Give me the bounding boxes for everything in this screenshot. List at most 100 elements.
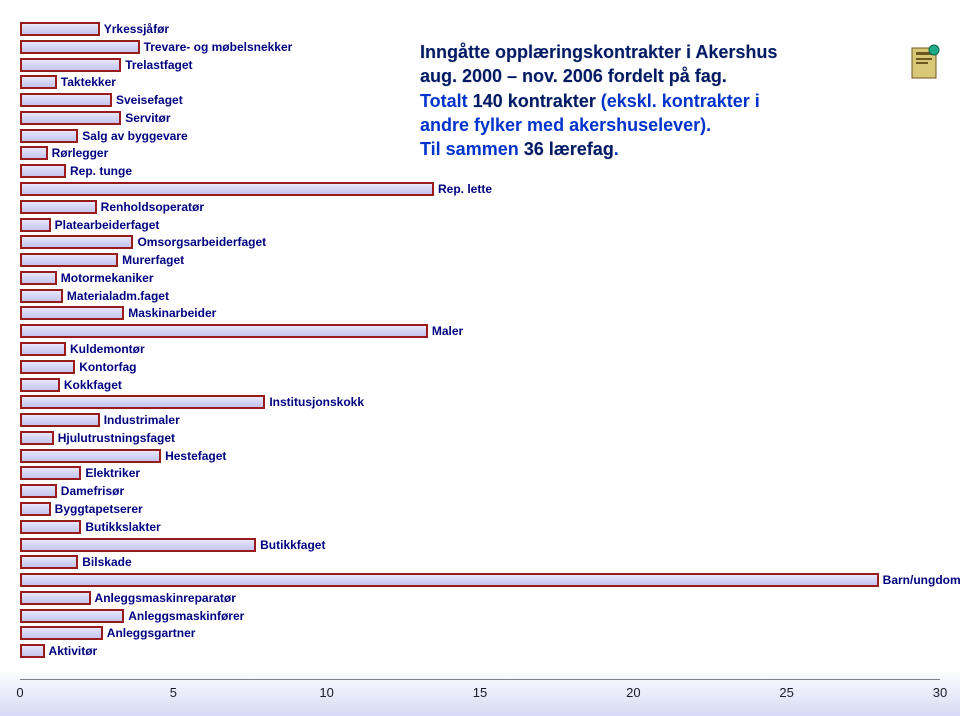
bar-label: Trelastfaget	[125, 57, 192, 73]
bar	[20, 449, 161, 463]
bar	[20, 502, 51, 516]
x-tick: 15	[473, 685, 487, 700]
bar	[20, 395, 265, 409]
bar-row: Kontorfag	[20, 358, 940, 376]
bar-row: Butikkslakter	[20, 518, 940, 536]
bar-row: Kokkfaget	[20, 376, 940, 394]
bar-row: Motormekaniker	[20, 269, 940, 287]
bar	[20, 360, 75, 374]
bar	[20, 58, 121, 72]
bar-label: Rep. lette	[438, 181, 492, 197]
bar-label: Maskinarbeider	[128, 305, 216, 321]
bar-label: Byggtapetserer	[55, 501, 143, 517]
bar-label: Yrkessjåfør	[104, 21, 169, 37]
bar	[20, 538, 256, 552]
bar-row: Kuldemontør	[20, 340, 940, 358]
x-tick: 30	[933, 685, 947, 700]
bar-row: Yrkessjåfør	[20, 20, 940, 38]
bar	[20, 129, 78, 143]
bar	[20, 182, 434, 196]
bar-label: Butikkfaget	[260, 537, 325, 553]
bar-row: Institusjonskokk	[20, 393, 940, 411]
bar	[20, 218, 51, 232]
bar-label: Anleggsmaskinreparatør	[95, 590, 236, 606]
bar	[20, 253, 118, 267]
bar	[20, 591, 91, 605]
bar-row: Maskinarbeider	[20, 304, 940, 322]
bar-label: Elektriker	[85, 465, 140, 481]
bar-row: Maler	[20, 322, 940, 340]
x-tick: 20	[626, 685, 640, 700]
bar	[20, 431, 54, 445]
bar-row: Butikkfaget	[20, 536, 940, 554]
bar	[20, 324, 428, 338]
bar-label: Servitør	[125, 110, 170, 126]
bar-label: Industrimaler	[104, 412, 180, 428]
bar-row: Bilskade	[20, 553, 940, 571]
x-axis-line	[20, 679, 940, 680]
bar	[20, 466, 81, 480]
bar-label: Rørlegger	[52, 145, 109, 161]
bar-label: Butikkslakter	[85, 519, 160, 535]
bar	[20, 520, 81, 534]
bar-row: Rep. lette	[20, 180, 940, 198]
bar-label: Barn/ungdom	[883, 572, 960, 588]
bar	[20, 306, 124, 320]
bar-label: Salg av byggevare	[82, 128, 187, 144]
bar-row: Materialadm.faget	[20, 287, 940, 305]
bar	[20, 271, 57, 285]
bar	[20, 609, 124, 623]
bar	[20, 22, 100, 36]
bar-label: Maler	[432, 323, 463, 339]
bar-row: Murerfaget	[20, 251, 940, 269]
bar-label: Renholdsoperatør	[101, 199, 204, 215]
bar-row: Aktivitør	[20, 642, 940, 660]
bar	[20, 484, 57, 498]
bar	[20, 93, 112, 107]
bar	[20, 164, 66, 178]
x-tick: 25	[779, 685, 793, 700]
bar-row: Damefrisør	[20, 482, 940, 500]
bar	[20, 75, 57, 89]
bar-row: Industrimaler	[20, 411, 940, 429]
bar-label: Taktekker	[61, 74, 116, 90]
bar	[20, 146, 48, 160]
bar-row: Omsorgsarbeiderfaget	[20, 233, 940, 251]
bar	[20, 40, 140, 54]
bar-label: Rep. tunge	[70, 163, 132, 179]
x-tick: 5	[170, 685, 177, 700]
bar	[20, 111, 121, 125]
bar	[20, 378, 60, 392]
bar	[20, 342, 66, 356]
bar-label: Materialadm.faget	[67, 288, 169, 304]
bar-label: Aktivitør	[49, 643, 98, 659]
bar-label: Hjulutrustningsfaget	[58, 430, 175, 446]
bar-row: Renholdsoperatør	[20, 198, 940, 216]
bar-label: Trevare- og møbelsnekker	[144, 39, 293, 55]
bar-row: Hjulutrustningsfaget	[20, 429, 940, 447]
bar-label: Kokkfaget	[64, 377, 122, 393]
bar-label: Anleggsgartner	[107, 625, 196, 641]
bar-label: Bilskade	[82, 554, 131, 570]
bar-label: Kuldemontør	[70, 341, 145, 357]
bar	[20, 555, 78, 569]
bar	[20, 289, 63, 303]
x-tick: 10	[319, 685, 333, 700]
bar-row: Anleggsgartner	[20, 624, 940, 642]
bar-label: Institusjonskokk	[269, 394, 364, 410]
bar	[20, 626, 103, 640]
bar-label: Anleggsmaskinfører	[128, 608, 244, 624]
bar-row: Barn/ungdom	[20, 571, 940, 589]
bar	[20, 573, 879, 587]
bar-row: Rep. tunge	[20, 162, 940, 180]
bar-row: Platearbeiderfaget	[20, 216, 940, 234]
decorative-icon	[906, 40, 942, 84]
chart-title: Inngåtte opplæringskontrakter i Akershus…	[420, 40, 900, 161]
bar-label: Motormekaniker	[61, 270, 154, 286]
bar-row: Byggtapetserer	[20, 500, 940, 518]
bar	[20, 413, 100, 427]
bar-label: Damefrisør	[61, 483, 124, 499]
bar-label: Sveisefaget	[116, 92, 183, 108]
bar-row: Anleggsmaskinfører	[20, 607, 940, 625]
bar-label: Omsorgsarbeiderfaget	[137, 234, 266, 250]
